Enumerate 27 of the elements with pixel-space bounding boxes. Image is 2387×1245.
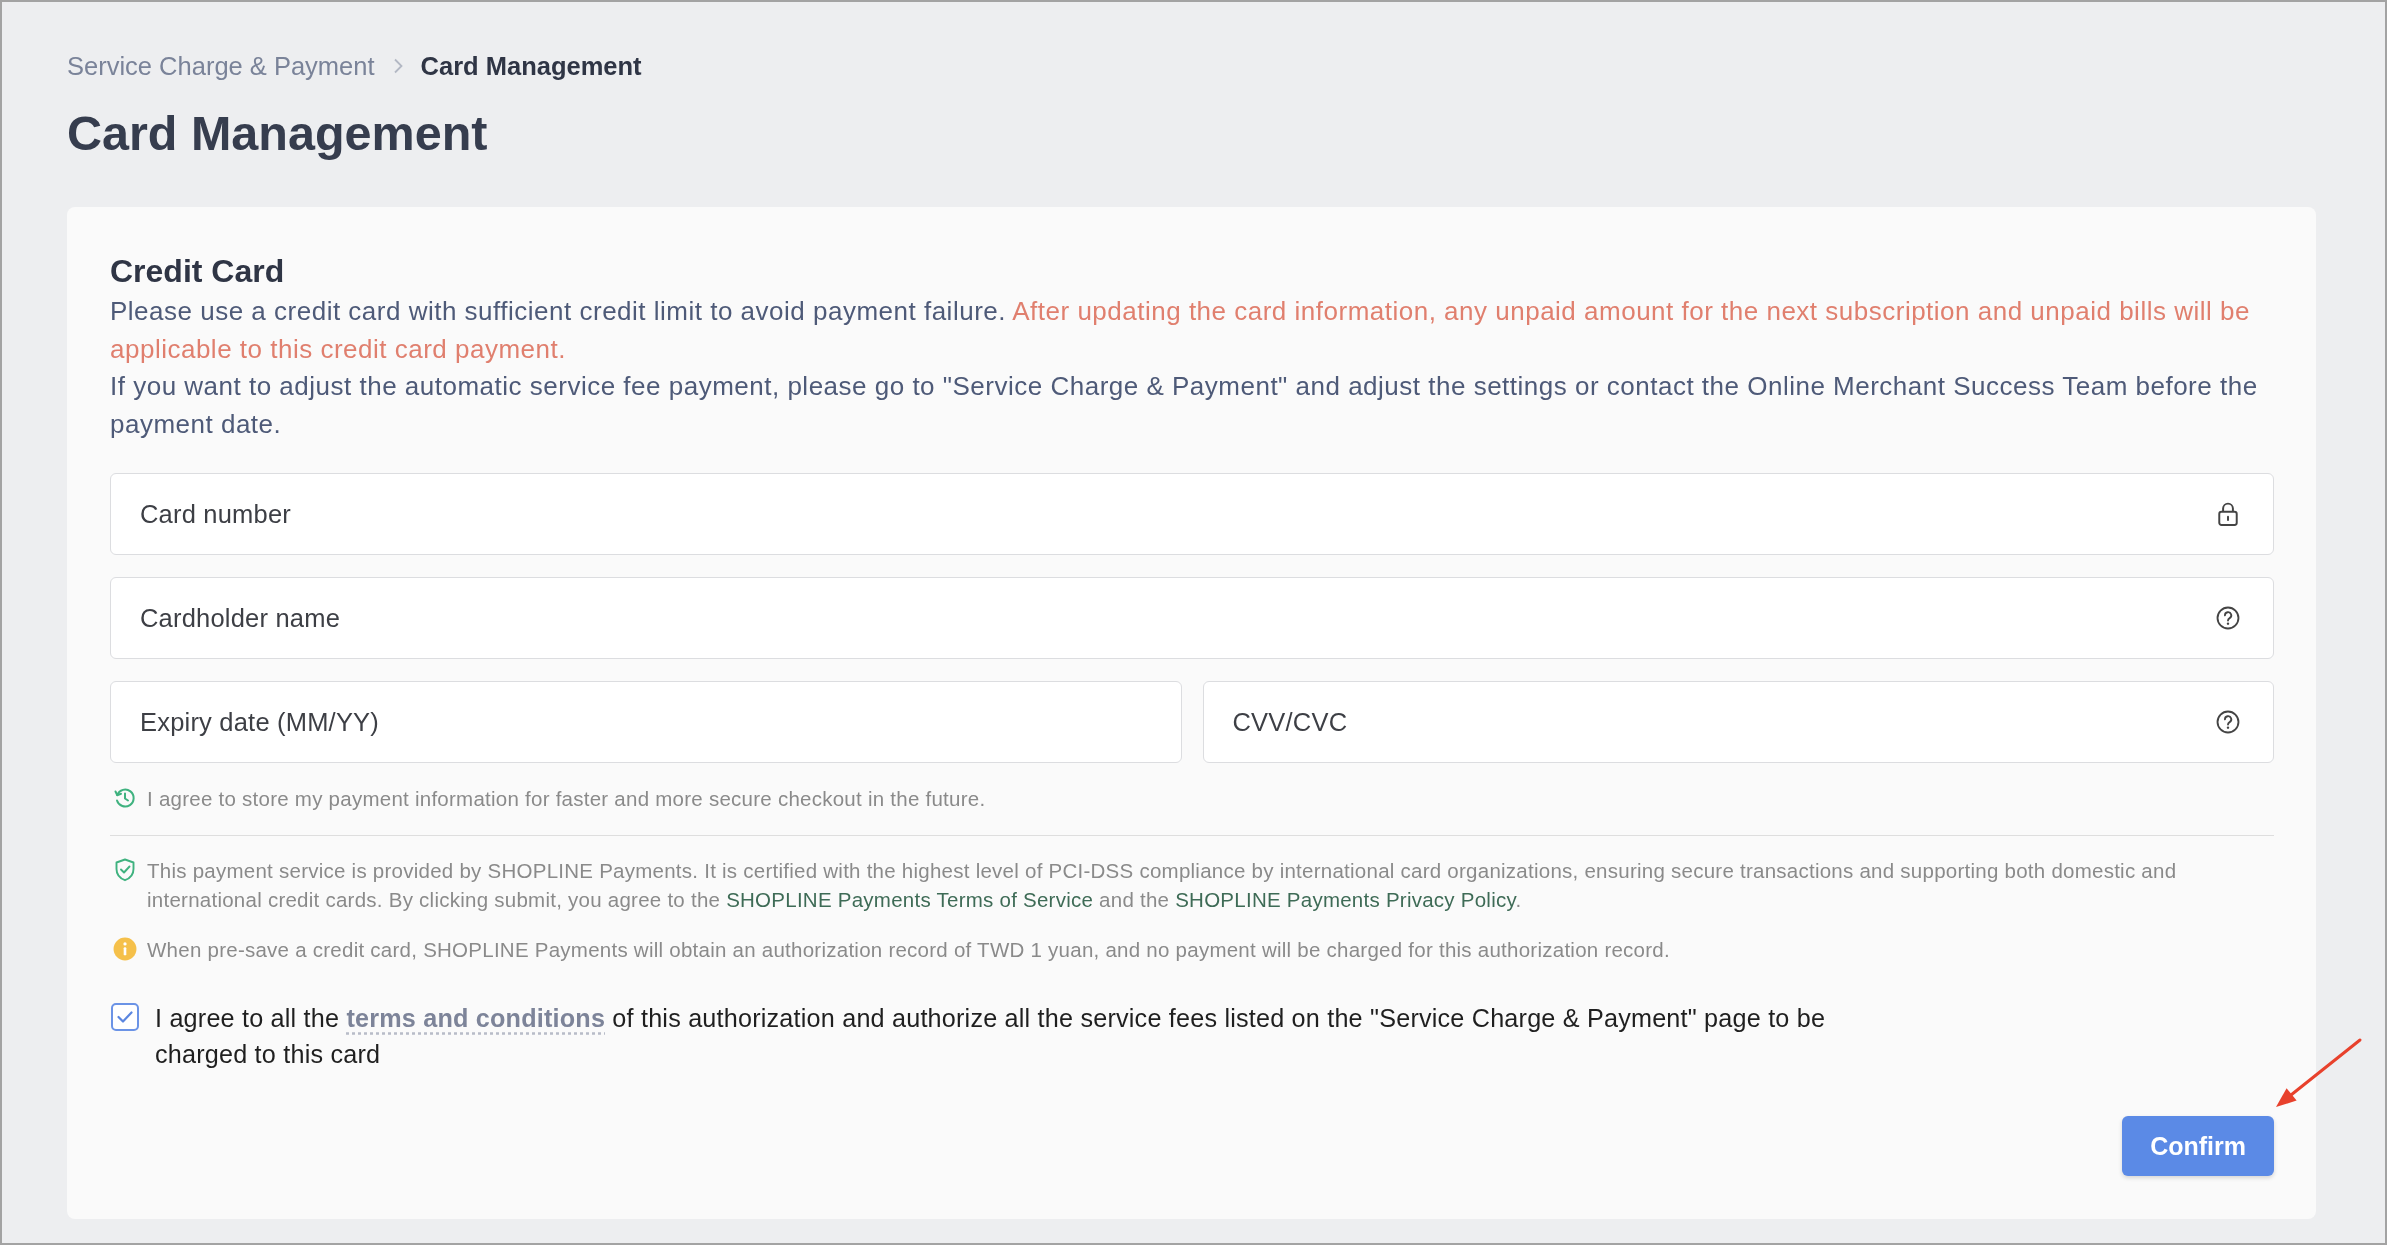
input-field[interactable]: Card number	[110, 473, 2274, 555]
breadcrumb-current: Card Management	[420, 51, 642, 81]
terms-link[interactable]: terms and conditions	[346, 1004, 606, 1032]
check-icon	[117, 1011, 133, 1023]
breadcrumb-link[interactable]: Service Charge & Payment	[67, 51, 375, 81]
input-field[interactable]: Expiry date (MM/YY)	[110, 681, 1182, 763]
note-text: If you want to adjust the automatic service fee payment, please go to "Service Charge & Payment" and adjust the settings or contact the Online Merchant Success Team before the payment date.	[110, 370, 2259, 441]
page-title: Card Management	[67, 105, 488, 162]
chevron-right-icon	[392, 58, 403, 74]
agreement-text: I agree to all the terms and conditions of this authorization and authorize all the service fees listed on the "Service Charge & Payment" page to be charged to this card	[155, 1003, 1827, 1070]
policy-link[interactable]: SHOPLINE Payments Privacy Policy	[1175, 888, 1516, 911]
input-field[interactable]: CVV/CVC	[1202, 681, 2274, 763]
info-icon	[113, 937, 137, 961]
security-note-text: This payment service is provided by SHOPLINE Payments. It is certified with the highest level of PCI-DSS compliance by international card organizations, ensuring secure transactions and supporting both domestic and international credit cards. By clicking submit, you agree to the SHOPLINE Payments Terms of Service and the SHOPLINE Payments Privacy Policy.	[147, 858, 2178, 913]
help-icon	[2216, 710, 2240, 734]
policy-link[interactable]: SHOPLINE Payments Terms of Service	[726, 888, 1094, 911]
store-consent-text: I agree to store my payment information for faster and more secure checkout in the future.	[147, 786, 986, 812]
confirm-button[interactable]: Confirm	[2122, 1116, 2274, 1176]
agreement-checkbox[interactable]	[111, 1003, 139, 1031]
shield-check-icon	[113, 858, 137, 882]
input-field[interactable]: Cardholder name	[110, 577, 2274, 659]
history-icon	[113, 786, 137, 810]
lock-icon	[2216, 502, 2240, 526]
section-title: Credit Card	[110, 252, 285, 291]
notice-text: Please use a credit card with sufficient credit limit to avoid payment failure. After updating the card information, any unpaid amount for the next subscription and unpaid bills will be applicable to this credit card payment.	[110, 295, 2251, 366]
help-icon	[2216, 606, 2240, 630]
authorization-note-text: When pre-save a credit card, SHOPLINE Payments will obtain an authorization record of TWD 1 yuan, and no payment will be charged for this authorization record.	[147, 937, 1670, 963]
